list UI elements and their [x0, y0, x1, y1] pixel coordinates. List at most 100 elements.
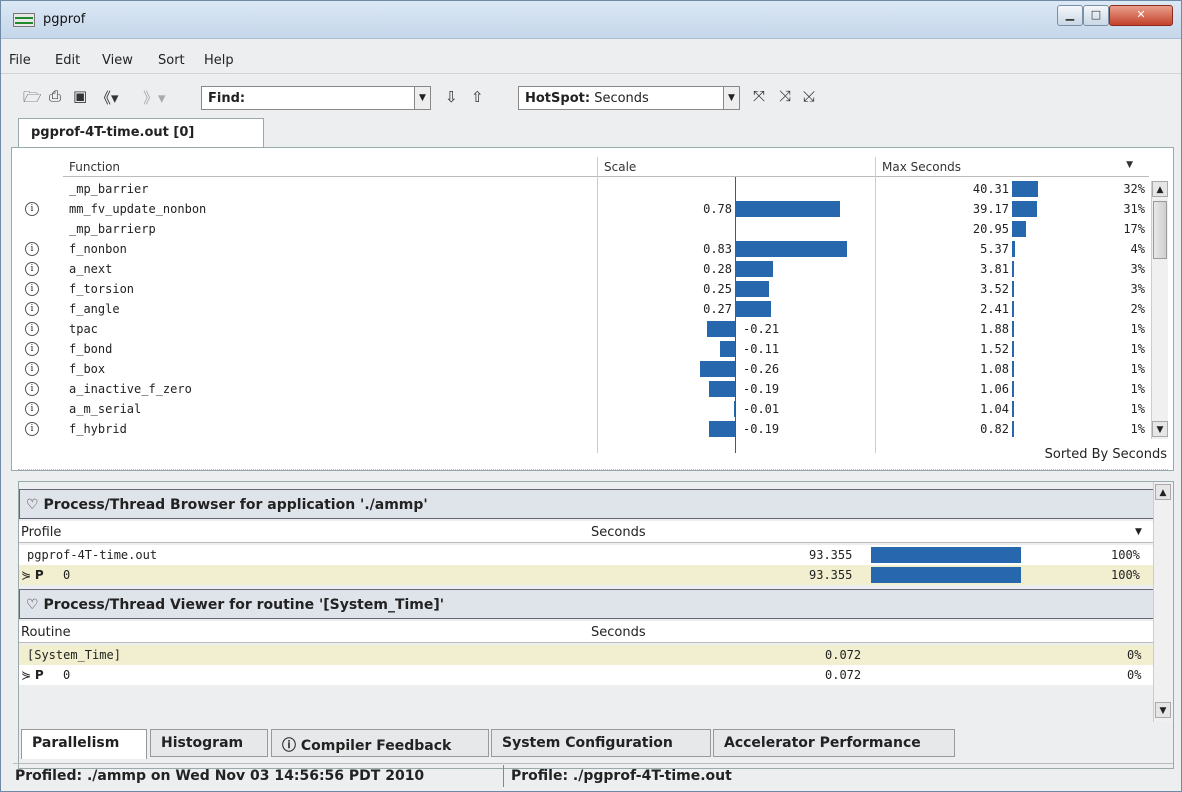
scroll-down-icon[interactable]: ▼ [1155, 702, 1171, 718]
back-icon[interactable]: 《▾ [96, 87, 119, 108]
info-icon[interactable]: i [25, 282, 39, 296]
tab-profile-file[interactable]: pgprof-4T-time.out [0] [18, 118, 264, 148]
col-header-profile[interactable]: Profile [21, 525, 61, 540]
col-header-routine[interactable]: Routine [21, 625, 71, 640]
function-row[interactable]: i mm_fv_update_nonbon 0.78 39.17 31% [19, 199, 1149, 219]
function-row[interactable]: i f_angle 0.27 2.41 2% [19, 299, 1149, 319]
find-next-down-icon[interactable]: ⇩ [445, 88, 458, 106]
collapse-icon[interactable]: ♡ [26, 497, 39, 513]
expand-icon[interactable]: ⋟ P [21, 568, 44, 582]
status-profiled: Profiled: ./ammp on Wed Nov 03 14:56:56 … [15, 768, 425, 784]
col-header-scale[interactable]: Scale [597, 157, 875, 177]
col-header-max-seconds[interactable]: Max Seconds ▼ [875, 157, 1149, 177]
process-panel-scrollbar[interactable]: ▲ ▼ [1153, 482, 1173, 722]
seconds-bar [1012, 321, 1014, 337]
tab-accelerator-performance[interactable]: Accelerator Performance [713, 729, 955, 757]
function-row[interactable]: i f_nonbon 0.83 5.37 4% [19, 239, 1149, 259]
function-name: tpac [69, 322, 98, 336]
info-icon[interactable]: i [25, 202, 39, 216]
thread-row[interactable]: ⋟ P 0 0.072 0% [19, 665, 1154, 685]
panel-splitter[interactable] [18, 469, 1168, 479]
sort-desc-icon[interactable]: ▼ [1135, 527, 1142, 537]
scale-value: -0.21 [743, 322, 780, 336]
process-row[interactable]: pgprof-4T-time.out 93.355 100% [19, 545, 1154, 565]
function-row[interactable]: i f_hybrid -0.19 0.82 1% [19, 419, 1149, 439]
info-icon[interactable]: i [25, 262, 39, 276]
scroll-down-icon[interactable]: ▼ [1152, 421, 1168, 437]
print-icon[interactable]: ⎙ [49, 87, 61, 105]
tab-parallelism[interactable]: Parallelism [21, 729, 147, 759]
tab-compiler-feedback[interactable]: ⓘ Compiler Feedback [271, 729, 489, 757]
zoom-in-icon[interactable]: ⤨ [779, 87, 791, 105]
minimize-button[interactable]: ▁ [1057, 5, 1083, 26]
percent-value: 1% [1130, 422, 1145, 436]
scale-bar [735, 241, 848, 257]
menu-bar: File Edit View Sort Help [1, 40, 1181, 74]
scroll-up-icon[interactable]: ▲ [1152, 181, 1168, 197]
col-header-seconds[interactable]: Seconds [591, 525, 646, 540]
open-folder-icon[interactable]: 🗁 [23, 87, 42, 112]
function-row[interactable]: i tpac -0.21 1.88 1% [19, 319, 1149, 339]
status-bar: Profiled: ./ammp on Wed Nov 03 14:56:56 … [13, 763, 1173, 789]
seconds-bar [871, 567, 1021, 583]
menu-view[interactable]: View [102, 53, 133, 68]
find-input[interactable]: Find: ▼ [201, 86, 431, 110]
function-row[interactable]: _mp_barrierp 20.95 17% [19, 219, 1149, 239]
percent-value: 3% [1130, 282, 1145, 296]
info-icon[interactable]: i [25, 242, 39, 256]
scale-value: -0.01 [743, 402, 780, 416]
function-row[interactable]: i a_m_serial -0.01 1.04 1% [19, 399, 1149, 419]
function-name: f_nonbon [69, 242, 127, 256]
function-table-scrollbar[interactable]: ▲ ▼ [1151, 181, 1168, 439]
zoom-all-icon[interactable]: ⤧ [753, 87, 765, 105]
menu-edit[interactable]: Edit [55, 53, 80, 68]
seconds-value: 40.31 [972, 182, 1009, 196]
menu-sort[interactable]: Sort [158, 53, 185, 68]
menu-file[interactable]: File [9, 53, 31, 68]
function-row[interactable]: i f_box -0.26 1.08 1% [19, 359, 1149, 379]
scale-bar [720, 341, 735, 357]
tab-histogram[interactable]: Histogram [150, 729, 268, 757]
zoom-out-icon[interactable]: ⤩ [803, 87, 815, 105]
info-icon[interactable]: i [25, 362, 39, 376]
col-header-seconds[interactable]: Seconds [591, 625, 646, 640]
function-name: f_torsion [69, 282, 135, 296]
function-row[interactable]: _mp_barrier 40.31 32% [19, 179, 1149, 199]
window-title: pgprof [43, 12, 86, 27]
thread-row[interactable]: ⋟ P 0 93.355 100% [19, 565, 1154, 585]
function-row[interactable]: i f_bond -0.11 1.52 1% [19, 339, 1149, 359]
expand-icon[interactable]: ⋟ P [21, 668, 44, 682]
tab-system-configuration[interactable]: System Configuration [491, 729, 711, 757]
menu-help[interactable]: Help [204, 53, 234, 68]
function-row[interactable]: i a_inactive_f_zero -0.19 1.06 1% [19, 379, 1149, 399]
hotspot-select[interactable]: HotSpot: Seconds ▼ [518, 86, 740, 110]
export-icon[interactable]: ▣ [73, 87, 87, 105]
scroll-up-icon[interactable]: ▲ [1155, 484, 1171, 500]
maximize-button[interactable]: □ [1083, 5, 1109, 26]
info-icon[interactable]: i [25, 402, 39, 416]
info-icon[interactable]: i [25, 422, 39, 436]
function-name: mm_fv_update_nonbon [69, 202, 207, 216]
hotspot-dropdown-icon[interactable]: ▼ [723, 87, 739, 109]
sort-desc-icon[interactable]: ▼ [1126, 160, 1133, 170]
info-icon[interactable]: i [25, 302, 39, 316]
seconds-value: 2.41 [980, 302, 1009, 316]
find-dropdown-icon[interactable]: ▼ [414, 87, 430, 109]
process-viewer-columns: Routine Seconds [19, 621, 1154, 643]
scroll-thumb[interactable] [1153, 201, 1167, 259]
forward-icon[interactable]: 》▾ [143, 87, 166, 108]
info-icon[interactable]: i [25, 342, 39, 356]
routine-row[interactable]: [System_Time] 0.072 0% [19, 645, 1154, 665]
find-prev-up-icon[interactable]: ⇧ [471, 88, 484, 106]
function-table: Function Scale Max Seconds ▼ _mp_barrier 4… [19, 157, 1149, 453]
info-icon[interactable]: i [25, 322, 39, 336]
function-row[interactable]: i f_torsion 0.25 3.52 3% [19, 279, 1149, 299]
function-row[interactable]: i a_next 0.28 3.81 3% [19, 259, 1149, 279]
process-browser-header[interactable]: ♡ Process/Thread Browser for application… [19, 489, 1154, 519]
seconds-bar [1012, 181, 1038, 197]
info-icon[interactable]: i [25, 382, 39, 396]
process-viewer-header[interactable]: ♡ Process/Thread Viewer for routine '[Sy… [19, 589, 1154, 619]
col-header-function[interactable]: Function [63, 157, 597, 177]
collapse-icon[interactable]: ♡ [26, 597, 39, 613]
close-button[interactable]: ✕ [1109, 5, 1173, 26]
